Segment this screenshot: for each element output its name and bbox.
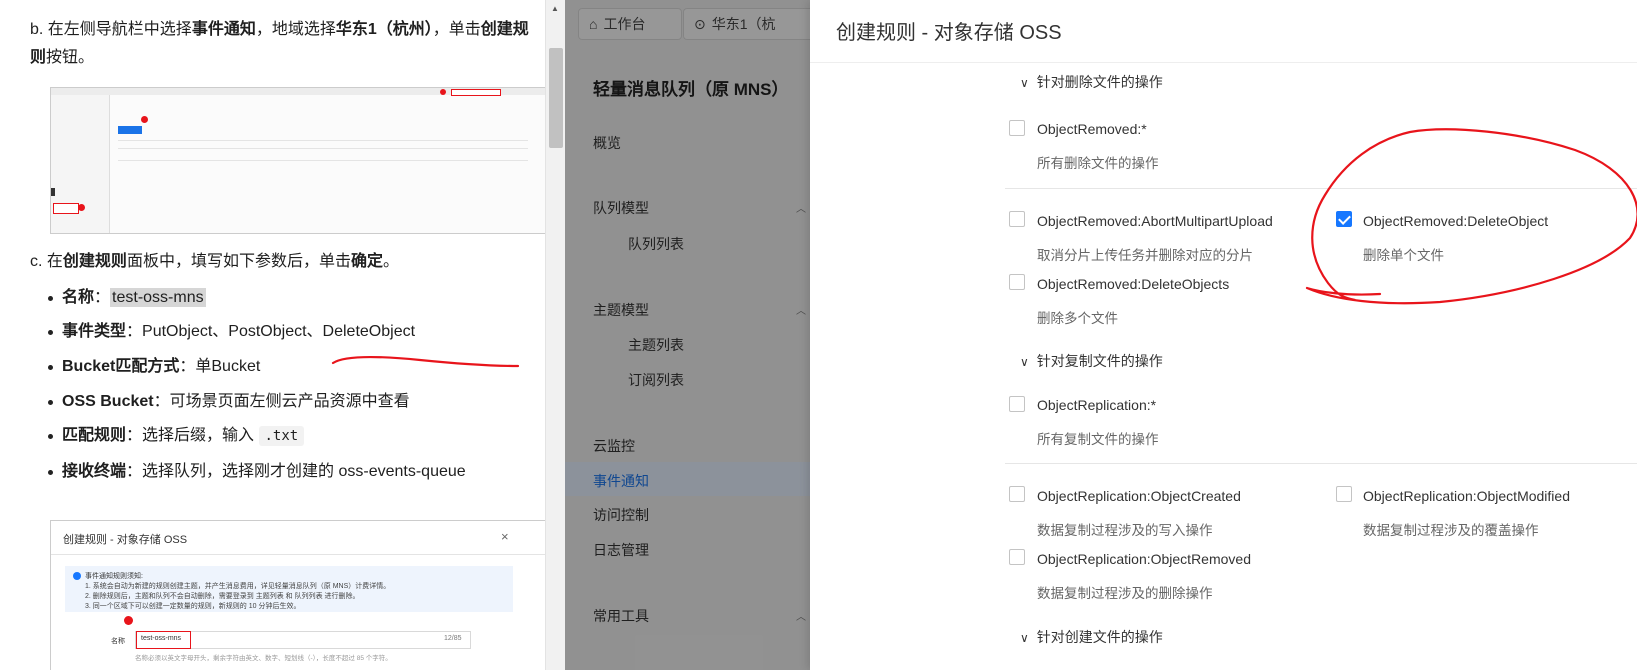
checkbox-abort-upload[interactable] [1009, 211, 1025, 227]
label-delete-object[interactable]: ObjectRemoved:DeleteObject [1363, 213, 1548, 229]
checkbox-delete-objects[interactable] [1009, 274, 1025, 290]
cut-off-line [36, 0, 176, 4]
create-rule-panel: 创建规则 - 对象存储 OSS [810, 0, 1637, 670]
nav-queue-model[interactable]: 队列模型 [593, 198, 793, 218]
nav-subscription-list[interactable]: 订阅列表 [628, 370, 828, 390]
chevron-down-icon: ∨ [1020, 76, 1029, 90]
section-delete-header[interactable]: ∨ 针对删除文件的操作 [1020, 72, 1163, 92]
highlighted-name-value: test-oss-mns [110, 288, 206, 307]
step-c-text: c. 在创建规则面板中，填写如下参数后，单击确定。 [30, 253, 399, 270]
label-replication-modified[interactable]: ObjectReplication:ObjectModified [1363, 488, 1570, 504]
chevron-up-icon[interactable]: ︿ [796, 200, 806, 215]
checkbox-delete-object[interactable] [1336, 211, 1352, 227]
desc-replication-all: 所有复制文件的操作 [1037, 432, 1159, 447]
divider [1005, 463, 1637, 464]
product-title: 轻量消息队列（原 MNS） [593, 80, 789, 99]
checkbox-replication-removed[interactable] [1009, 549, 1025, 565]
step-b-text: b. 在左侧导航栏中选择事件通知，地域选择华东1（杭州），单击创建规则按钮。 [30, 21, 529, 66]
label-replication-created[interactable]: ObjectReplication:ObjectCreated [1037, 488, 1241, 504]
section-create-header[interactable]: ∨ 针对创建文件的操作 [1020, 627, 1163, 647]
desc-delete-objects: 删除多个文件 [1037, 311, 1118, 326]
param-match-rule: 匹配规则：选择后缀，输入 .txt [47, 425, 305, 447]
nav-topic-model[interactable]: 主题模型 [593, 300, 793, 320]
chevron-up-icon[interactable]: ︿ [796, 608, 806, 623]
thumb2-name-label: 名称 [111, 638, 125, 645]
label-replication-all[interactable]: ObjectReplication:* [1037, 397, 1156, 413]
chevron-down-icon: ∨ [1020, 355, 1029, 369]
desc-abort-upload: 取消分片上传任务并删除对应的分片 [1037, 248, 1253, 263]
location-icon: ⊙ [694, 16, 706, 32]
label-delete-objects[interactable]: ObjectRemoved:DeleteObjects [1037, 276, 1229, 292]
label-removed-all[interactable]: ObjectRemoved:* [1037, 121, 1147, 137]
desc-replication-modified: 数据复制过程涉及的覆盖操作 [1363, 523, 1539, 538]
thumb2-notice-title: 事件通知规则须知: [85, 573, 143, 580]
chevron-down-icon: ∨ [1020, 631, 1029, 645]
nav-topic-list[interactable]: 主题列表 [628, 335, 828, 355]
thumb2-name-count: 12/85 [444, 635, 462, 642]
nav-common-tools[interactable]: 常用工具 [593, 606, 793, 626]
checkbox-replication-created[interactable] [1009, 486, 1025, 502]
thumb2-name-hint: 名称必须以英文字母开头，剩余字符由英文、数字、短划线（-），长度不超过 85 个… [135, 655, 392, 662]
desc-replication-removed: 数据复制过程涉及的删除操作 [1037, 586, 1213, 601]
create-rule-screenshot-thumbnail[interactable]: 创建规则 - 对象存储 OSS × 事件通知规则须知: 1. 系统会自动为新建的… [50, 520, 545, 670]
code-suffix: .txt [258, 426, 305, 446]
desc-replication-created: 数据复制过程涉及的写入操作 [1037, 523, 1213, 538]
chevron-up-icon[interactable]: ︿ [796, 302, 806, 317]
nav-cloud-monitor[interactable]: 云监控 [593, 436, 793, 456]
thumb2-name-input[interactable]: test-oss-mns [141, 635, 181, 642]
label-abort-upload[interactable]: ObjectRemoved:AbortMultipartUpload [1037, 213, 1273, 229]
doc-scroll-thumb[interactable] [549, 48, 563, 148]
nav-access-control[interactable]: 访问控制 [593, 505, 793, 525]
console-screenshot-thumbnail[interactable] [50, 87, 545, 234]
nav-queue-list[interactable]: 队列列表 [628, 234, 828, 254]
param-receiver: 接收终端：选择队列，选择刚才创建的 oss-events-queue [48, 461, 466, 483]
param-event-type: 事件类型：PutObject、PostObject、DeleteObject [47, 321, 415, 343]
home-icon: ⌂ [589, 16, 598, 32]
divider [1005, 188, 1637, 189]
tab-workbench[interactable]: ⌂ 工作台 [578, 8, 682, 40]
param-name: 名称： test-oss-mns [48, 287, 206, 309]
thumb2-notice-3: 3. 同一个区域下可以创建一定数量的规则，新规则的 10 分钟后生效。 [85, 603, 301, 610]
thumb2-title: 创建规则 - 对象存储 OSS [63, 534, 188, 546]
section-replicate-header[interactable]: ∨ 针对复制文件的操作 [1020, 351, 1163, 371]
tab-region[interactable]: ⊙ 华东1（杭 [683, 8, 812, 40]
thumb2-close-icon: × [501, 529, 509, 544]
desc-delete-object: 删除单个文件 [1363, 248, 1444, 263]
param-bucket-match: Bucket匹配方式：单Bucket [47, 356, 260, 378]
nav-overview[interactable]: 概览 [593, 133, 793, 153]
doc-scrollbar[interactable]: ▲ [545, 0, 566, 670]
thumb2-notice-1: 1. 系统会自动为新建的规则创建主题，并产生消息费用，详见轻量消息队列（原 MN… [85, 583, 391, 590]
checkbox-removed-all[interactable] [1009, 120, 1025, 136]
checkbox-replication-modified[interactable] [1336, 486, 1352, 502]
label-replication-removed[interactable]: ObjectReplication:ObjectRemoved [1037, 551, 1251, 567]
panel-header-divider [810, 62, 1637, 63]
checkbox-replication-all[interactable] [1009, 396, 1025, 412]
param-oss-bucket: OSS Bucket：可场景页面左侧云产品资源中查看 [48, 391, 410, 413]
nav-log-management[interactable]: 日志管理 [593, 540, 793, 560]
panel-title: 创建规则 - 对象存储 OSS [836, 22, 1062, 44]
thumb2-notice-2: 2. 删除规则后，主题和队列不会自动删除，需要登录到 主题列表 和 队列列表 进… [85, 593, 360, 600]
nav-event-notify[interactable]: 事件通知 [593, 471, 793, 491]
desc-removed-all: 所有删除文件的操作 [1037, 156, 1159, 171]
documentation-pane: b. 在左侧导航栏中选择事件通知，地域选择华东1（杭州），单击创建规则按钮。 c… [0, 0, 545, 670]
scroll-up-icon[interactable]: ▲ [551, 4, 559, 13]
